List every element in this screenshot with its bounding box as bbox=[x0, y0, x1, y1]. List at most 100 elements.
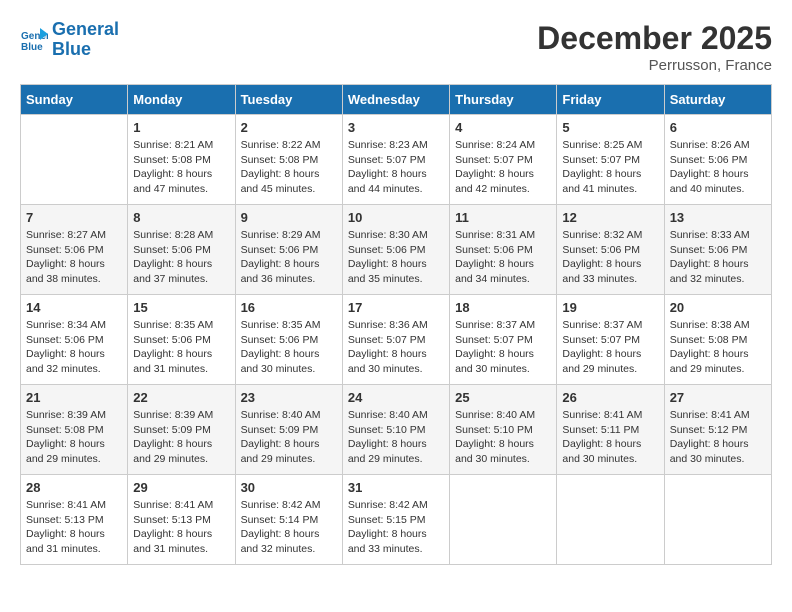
day-info: Sunrise: 8:36 AMSunset: 5:07 PMDaylight:… bbox=[348, 318, 444, 377]
logo-text: General Blue bbox=[52, 20, 119, 60]
day-info: Sunrise: 8:41 AMSunset: 5:13 PMDaylight:… bbox=[26, 498, 122, 557]
day-info: Sunrise: 8:40 AMSunset: 5:10 PMDaylight:… bbox=[348, 408, 444, 467]
day-info: Sunrise: 8:21 AMSunset: 5:08 PMDaylight:… bbox=[133, 138, 229, 197]
day-info: Sunrise: 8:40 AMSunset: 5:10 PMDaylight:… bbox=[455, 408, 551, 467]
logo: General Blue General Blue bbox=[20, 20, 119, 60]
month-title: December 2025 bbox=[537, 20, 772, 57]
calendar-cell: 14Sunrise: 8:34 AMSunset: 5:06 PMDayligh… bbox=[21, 295, 128, 385]
calendar-cell: 24 Sunrise: 8:40 AMSunset: 5:10 PMDayligh… bbox=[342, 385, 449, 475]
day-number: 1 bbox=[133, 120, 229, 135]
weekday-row: SundayMondayTuesdayWednesdayThursdayFrid… bbox=[21, 85, 772, 115]
day-info: Sunrise: 8:42 AMSunset: 5:15 PMDaylight:… bbox=[348, 498, 444, 557]
calendar-body: 1 Sunrise: 8:21 AMSunset: 5:08 PMDaylight… bbox=[21, 115, 772, 565]
calendar-cell: 9 Sunrise: 8:29 AMSunset: 5:06 PMDaylight… bbox=[235, 205, 342, 295]
calendar-cell: 4Sunrise: 8:24 AMSunset: 5:07 PMDaylight… bbox=[450, 115, 557, 205]
day-info: Sunrise: 8:31 AMSunset: 5:06 PMDaylight:… bbox=[455, 228, 551, 287]
day-info: Sunrise: 8:29 AMSunset: 5:06 PMDaylight:… bbox=[241, 228, 337, 287]
calendar-cell: 15Sunrise: 8:35 AMSunset: 5:06 PMDayligh… bbox=[128, 295, 235, 385]
day-info: Sunrise: 8:40 AMSunset: 5:09 PMDaylight:… bbox=[241, 408, 337, 467]
calendar-cell: 26Sunrise: 8:41 AMSunset: 5:11 PMDayligh… bbox=[557, 385, 664, 475]
calendar-cell: 27Sunrise: 8:41 AMSunset: 5:12 PMDayligh… bbox=[664, 385, 771, 475]
day-number: 19 bbox=[562, 300, 658, 315]
calendar-cell: 28Sunrise: 8:41 AMSunset: 5:13 PMDayligh… bbox=[21, 475, 128, 565]
weekday-header-tuesday: Tuesday bbox=[235, 85, 342, 115]
day-info: Sunrise: 8:28 AMSunset: 5:06 PMDaylight:… bbox=[133, 228, 229, 287]
day-info: Sunrise: 8:33 AMSunset: 5:06 PMDaylight:… bbox=[670, 228, 766, 287]
calendar-cell: 25 Sunrise: 8:40 AMSunset: 5:10 PMDayligh… bbox=[450, 385, 557, 475]
title-block: December 2025 Perrusson, France bbox=[537, 20, 772, 74]
day-number: 27 bbox=[670, 390, 766, 405]
calendar-cell: 8 Sunrise: 8:28 AMSunset: 5:06 PMDaylight… bbox=[128, 205, 235, 295]
day-info: Sunrise: 8:27 AMSunset: 5:06 PMDaylight:… bbox=[26, 228, 122, 287]
svg-text:Blue: Blue bbox=[21, 42, 43, 53]
calendar-week-5: 28Sunrise: 8:41 AMSunset: 5:13 PMDayligh… bbox=[21, 475, 772, 565]
day-number: 8 bbox=[133, 210, 229, 225]
day-info: Sunrise: 8:23 AMSunset: 5:07 PMDaylight:… bbox=[348, 138, 444, 197]
calendar-cell: 5 Sunrise: 8:25 AMSunset: 5:07 PMDaylight… bbox=[557, 115, 664, 205]
calendar-cell: 23 Sunrise: 8:40 AMSunset: 5:09 PMDayligh… bbox=[235, 385, 342, 475]
day-info: Sunrise: 8:37 AMSunset: 5:07 PMDaylight:… bbox=[562, 318, 658, 377]
calendar-week-4: 21 Sunrise: 8:39 AMSunset: 5:08 PMDayligh… bbox=[21, 385, 772, 475]
day-info: Sunrise: 8:32 AMSunset: 5:06 PMDaylight:… bbox=[562, 228, 658, 287]
calendar-week-1: 1 Sunrise: 8:21 AMSunset: 5:08 PMDaylight… bbox=[21, 115, 772, 205]
day-number: 17 bbox=[348, 300, 444, 315]
weekday-header-monday: Monday bbox=[128, 85, 235, 115]
calendar-cell bbox=[664, 475, 771, 565]
day-number: 30 bbox=[241, 480, 337, 495]
calendar-cell: 12Sunrise: 8:32 AMSunset: 5:06 PMDayligh… bbox=[557, 205, 664, 295]
day-info: Sunrise: 8:38 AMSunset: 5:08 PMDaylight:… bbox=[670, 318, 766, 377]
location: Perrusson, France bbox=[537, 57, 772, 74]
weekday-header-saturday: Saturday bbox=[664, 85, 771, 115]
calendar-cell: 6 Sunrise: 8:26 AMSunset: 5:06 PMDaylight… bbox=[664, 115, 771, 205]
day-number: 5 bbox=[562, 120, 658, 135]
calendar-cell: 2 Sunrise: 8:22 AMSunset: 5:08 PMDaylight… bbox=[235, 115, 342, 205]
day-number: 18 bbox=[455, 300, 551, 315]
calendar-cell: 3 Sunrise: 8:23 AMSunset: 5:07 PMDaylight… bbox=[342, 115, 449, 205]
calendar-cell: 10 Sunrise: 8:30 AMSunset: 5:06 PMDayligh… bbox=[342, 205, 449, 295]
calendar-cell: 29 Sunrise: 8:41 AMSunset: 5:13 PMDayligh… bbox=[128, 475, 235, 565]
day-number: 4 bbox=[455, 120, 551, 135]
calendar-cell: 7Sunrise: 8:27 AMSunset: 5:06 PMDaylight… bbox=[21, 205, 128, 295]
day-info: Sunrise: 8:25 AMSunset: 5:07 PMDaylight:… bbox=[562, 138, 658, 197]
day-number: 9 bbox=[241, 210, 337, 225]
day-number: 11 bbox=[455, 210, 551, 225]
calendar-cell bbox=[557, 475, 664, 565]
day-info: Sunrise: 8:39 AMSunset: 5:09 PMDaylight:… bbox=[133, 408, 229, 467]
calendar-cell: 21 Sunrise: 8:39 AMSunset: 5:08 PMDayligh… bbox=[21, 385, 128, 475]
day-number: 10 bbox=[348, 210, 444, 225]
day-info: Sunrise: 8:41 AMSunset: 5:13 PMDaylight:… bbox=[133, 498, 229, 557]
day-number: 24 bbox=[348, 390, 444, 405]
weekday-header-sunday: Sunday bbox=[21, 85, 128, 115]
day-number: 29 bbox=[133, 480, 229, 495]
day-info: Sunrise: 8:26 AMSunset: 5:06 PMDaylight:… bbox=[670, 138, 766, 197]
calendar-week-2: 7Sunrise: 8:27 AMSunset: 5:06 PMDaylight… bbox=[21, 205, 772, 295]
day-number: 15 bbox=[133, 300, 229, 315]
weekday-header-friday: Friday bbox=[557, 85, 664, 115]
calendar-cell: 19 Sunrise: 8:37 AMSunset: 5:07 PMDayligh… bbox=[557, 295, 664, 385]
day-info: Sunrise: 8:42 AMSunset: 5:14 PMDaylight:… bbox=[241, 498, 337, 557]
calendar-cell: 20 Sunrise: 8:38 AMSunset: 5:08 PMDayligh… bbox=[664, 295, 771, 385]
day-info: Sunrise: 8:22 AMSunset: 5:08 PMDaylight:… bbox=[241, 138, 337, 197]
calendar-cell: 16Sunrise: 8:35 AMSunset: 5:06 PMDayligh… bbox=[235, 295, 342, 385]
calendar-cell: 11 Sunrise: 8:31 AMSunset: 5:06 PMDayligh… bbox=[450, 205, 557, 295]
day-info: Sunrise: 8:41 AMSunset: 5:11 PMDaylight:… bbox=[562, 408, 658, 467]
day-number: 20 bbox=[670, 300, 766, 315]
day-number: 3 bbox=[348, 120, 444, 135]
day-number: 2 bbox=[241, 120, 337, 135]
calendar-table: SundayMondayTuesdayWednesdayThursdayFrid… bbox=[20, 84, 772, 565]
day-info: Sunrise: 8:37 AMSunset: 5:07 PMDaylight:… bbox=[455, 318, 551, 377]
day-info: Sunrise: 8:35 AMSunset: 5:06 PMDaylight:… bbox=[241, 318, 337, 377]
day-number: 25 bbox=[455, 390, 551, 405]
calendar-cell: 17 Sunrise: 8:36 AMSunset: 5:07 PMDayligh… bbox=[342, 295, 449, 385]
calendar-cell bbox=[450, 475, 557, 565]
day-info: Sunrise: 8:30 AMSunset: 5:06 PMDaylight:… bbox=[348, 228, 444, 287]
calendar-cell: 1 Sunrise: 8:21 AMSunset: 5:08 PMDaylight… bbox=[128, 115, 235, 205]
calendar-cell: 13 Sunrise: 8:33 AMSunset: 5:06 PMDayligh… bbox=[664, 205, 771, 295]
day-info: Sunrise: 8:34 AMSunset: 5:06 PMDaylight:… bbox=[26, 318, 122, 377]
day-number: 6 bbox=[670, 120, 766, 135]
day-number: 21 bbox=[26, 390, 122, 405]
day-number: 23 bbox=[241, 390, 337, 405]
day-info: Sunrise: 8:39 AMSunset: 5:08 PMDaylight:… bbox=[26, 408, 122, 467]
weekday-header-thursday: Thursday bbox=[450, 85, 557, 115]
day-number: 13 bbox=[670, 210, 766, 225]
